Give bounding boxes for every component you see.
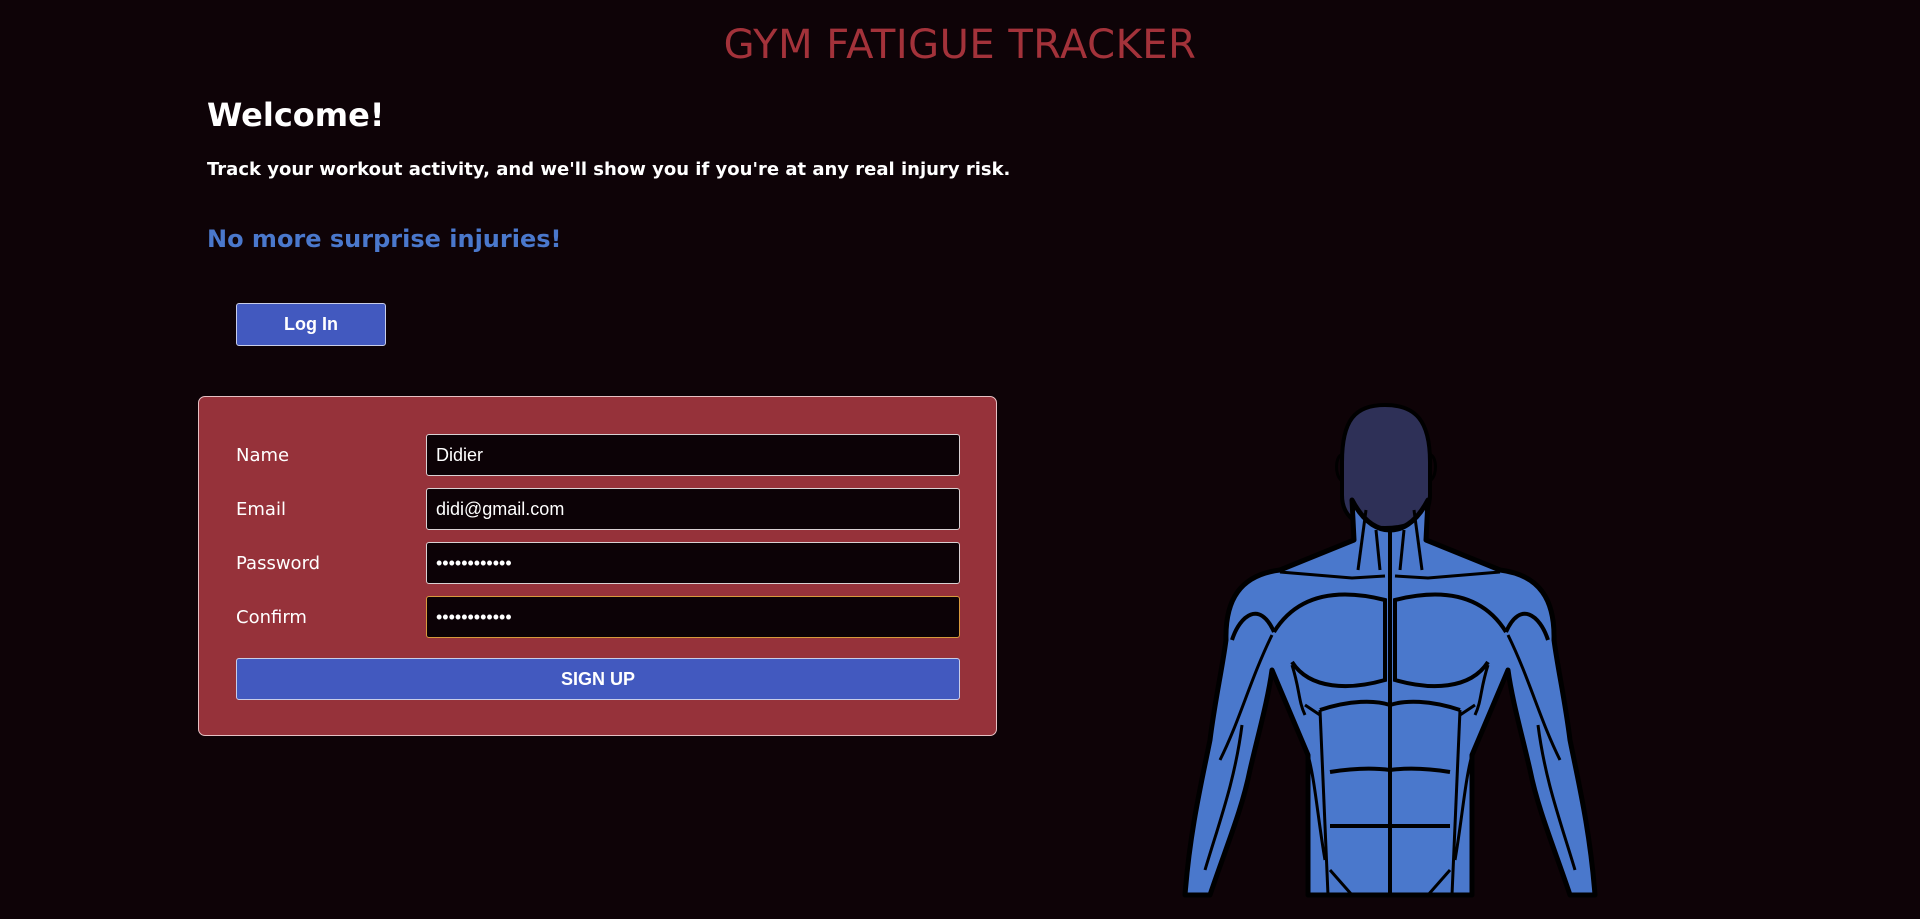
email-input[interactable] (426, 488, 960, 530)
name-row: Name (236, 434, 960, 476)
password-row: Password (236, 542, 960, 584)
confirm-row: Confirm (236, 596, 960, 638)
name-input[interactable] (426, 434, 960, 476)
app-title: GYM FATIGUE TRACKER (723, 22, 1197, 68)
password-input[interactable] (426, 542, 960, 584)
confirm-label: Confirm (236, 607, 307, 628)
muscular-torso-icon (1182, 402, 1598, 898)
tagline: No more surprise injuries! (207, 225, 562, 253)
email-row: Email (236, 488, 960, 530)
name-label: Name (236, 445, 290, 466)
email-label: Email (236, 499, 286, 520)
signup-page: GYM FATIGUE TRACKER Welcome! Track your … (0, 0, 1920, 919)
signup-button[interactable]: SIGN UP (236, 658, 960, 700)
login-button[interactable]: Log In (236, 303, 386, 346)
welcome-heading: Welcome! (207, 96, 385, 134)
password-label: Password (236, 553, 321, 574)
confirm-password-input[interactable] (426, 596, 960, 638)
signup-form: Name Email Password Confirm SIGN UP (198, 396, 997, 736)
intro-subtitle: Track your workout activity, and we'll s… (207, 159, 1011, 180)
